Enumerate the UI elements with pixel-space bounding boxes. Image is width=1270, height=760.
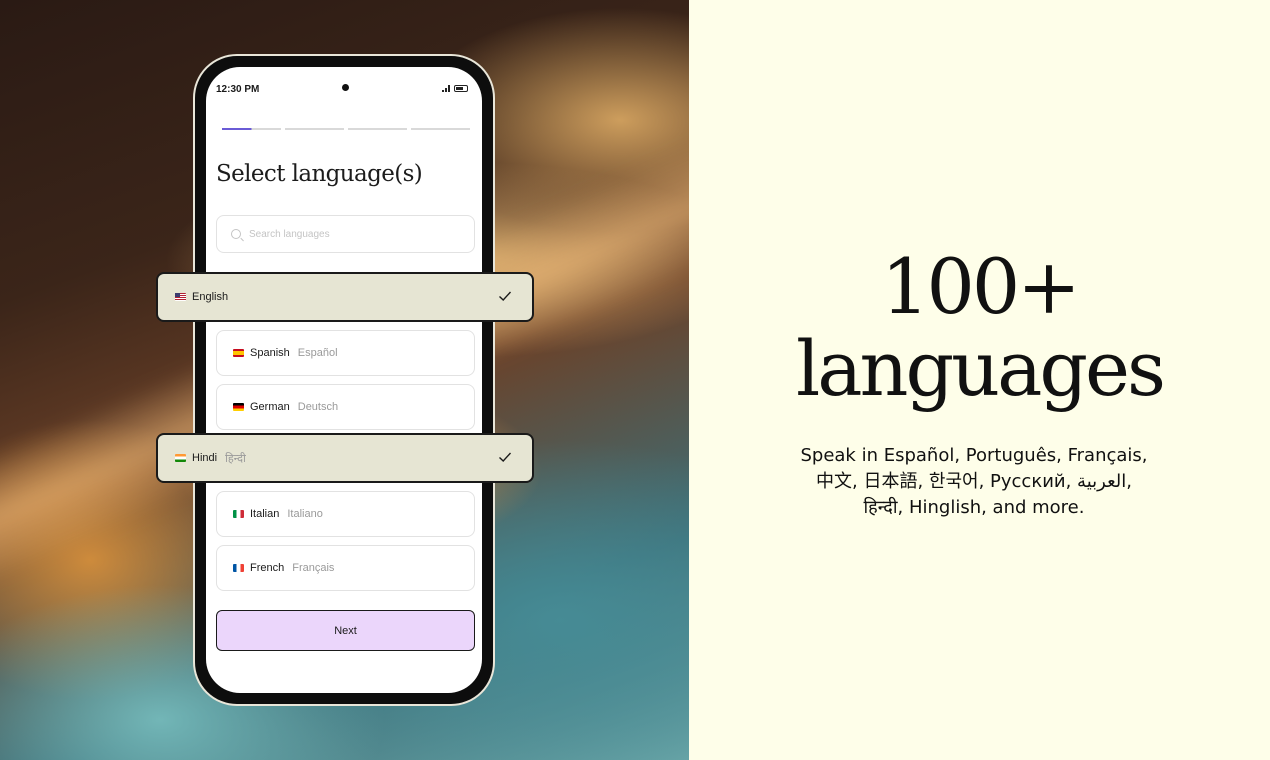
language-native-name: Italiano bbox=[287, 508, 323, 520]
description-line: 中文, 日本語, 한국어, Русский, العربية, bbox=[816, 471, 1132, 492]
search-input[interactable]: Search languages bbox=[216, 215, 475, 253]
hero-description: Speak in Español, Português, Français, 中… bbox=[789, 443, 1159, 521]
india-flag-icon bbox=[175, 454, 186, 462]
germany-flag-icon bbox=[233, 403, 244, 411]
spain-flag-icon bbox=[233, 349, 244, 357]
status-icons bbox=[442, 85, 468, 92]
progress-step bbox=[285, 128, 344, 130]
phone-mockup: 12:30 PM Select language(s) Search langu… bbox=[193, 54, 495, 706]
search-icon bbox=[231, 229, 241, 239]
check-icon bbox=[499, 452, 512, 462]
camera-icon bbox=[342, 84, 349, 91]
italy-flag-icon bbox=[233, 510, 244, 518]
language-name: Italian bbox=[250, 508, 280, 520]
language-name: Spanish bbox=[250, 347, 290, 359]
description-line: हिन्दी, Hinglish, and more. bbox=[863, 497, 1085, 518]
language-native-name: Deutsch bbox=[297, 401, 339, 413]
search-placeholder: Search languages bbox=[249, 228, 330, 240]
language-name: German bbox=[250, 401, 290, 413]
battery-icon bbox=[454, 85, 468, 92]
status-time: 12:30 PM bbox=[216, 84, 260, 95]
description-line: Speak in Español, Português, Français, bbox=[800, 445, 1148, 466]
signal-icon bbox=[442, 85, 450, 92]
language-native-name: Español bbox=[297, 347, 338, 359]
language-native-name: हिन्दी bbox=[225, 452, 246, 465]
language-option-hindi-selected[interactable]: Hindi हिन्दी bbox=[156, 433, 534, 483]
phone-screen: 12:30 PM Select language(s) Search langu… bbox=[206, 67, 482, 693]
progress-step bbox=[348, 128, 407, 130]
language-option-french[interactable]: French Français bbox=[216, 545, 475, 591]
progress-step bbox=[411, 128, 470, 130]
hero-headline: 100+ languages bbox=[689, 246, 1270, 410]
headline-line: languages bbox=[795, 324, 1166, 413]
check-icon bbox=[499, 291, 512, 301]
france-flag-icon bbox=[233, 564, 244, 572]
language-option-spanish[interactable]: Spanish Español bbox=[216, 330, 475, 376]
step-progress bbox=[222, 128, 470, 130]
us-flag-icon bbox=[175, 293, 186, 301]
language-name: Hindi bbox=[192, 452, 218, 464]
hero-background-image: 12:30 PM Select language(s) Search langu… bbox=[0, 0, 689, 760]
language-option-english-selected[interactable]: English bbox=[156, 272, 534, 322]
language-name: French bbox=[250, 562, 285, 574]
language-native-name: Français bbox=[292, 562, 335, 574]
language-option-german[interactable]: German Deutsch bbox=[216, 384, 475, 430]
next-button[interactable]: Next bbox=[216, 610, 475, 651]
language-option-italian[interactable]: Italian Italiano bbox=[216, 491, 475, 537]
language-name: English bbox=[192, 291, 229, 303]
progress-step bbox=[222, 128, 281, 130]
page-title: Select language(s) bbox=[216, 161, 423, 187]
headline-line: 100+ bbox=[881, 242, 1081, 331]
